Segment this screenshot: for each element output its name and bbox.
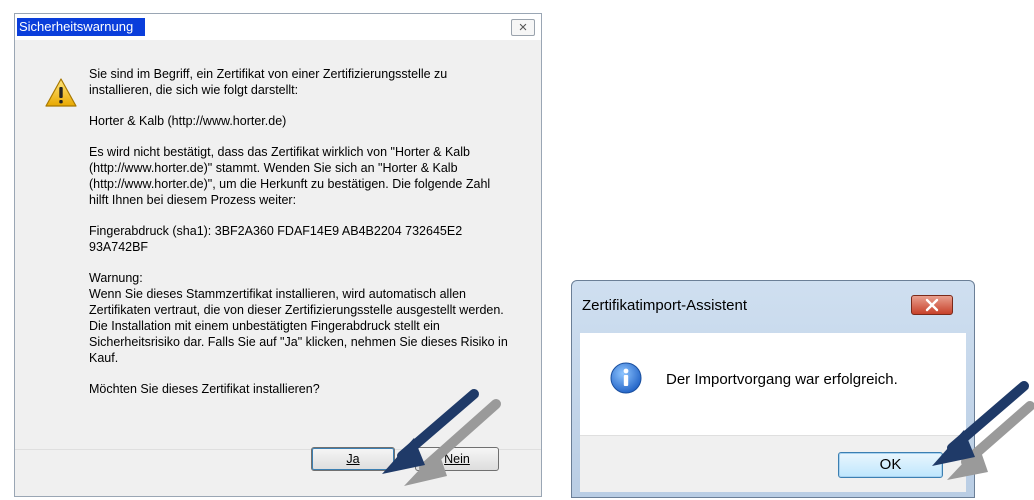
annotation-arrows — [382, 381, 1034, 486]
